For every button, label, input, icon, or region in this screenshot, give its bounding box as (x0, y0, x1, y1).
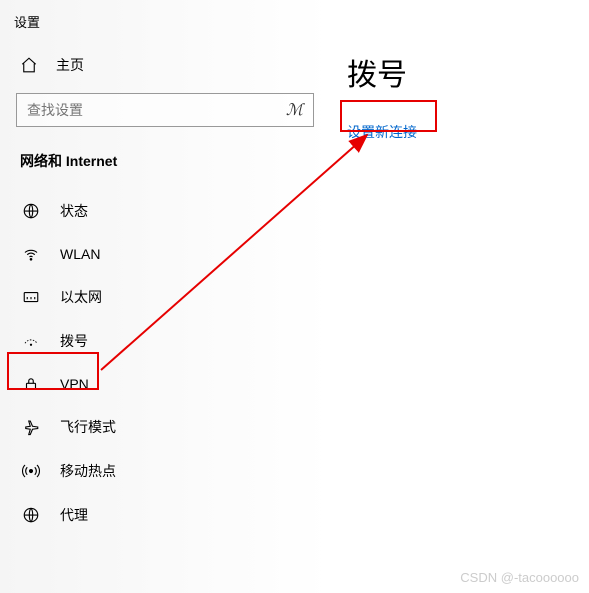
main-panel: 拨号 设置新连接 (347, 0, 587, 142)
home-icon (20, 56, 38, 74)
sidebar-item-hotspot[interactable]: 移动热点 (0, 449, 330, 493)
category-header: 网络和 Internet (0, 137, 330, 189)
sidebar-item-label: 移动热点 (60, 461, 116, 481)
watermark: CSDN @-tacoooooo (460, 570, 579, 585)
home-label: 主页 (56, 55, 84, 75)
settings-sidebar: 设置 主页 ℳ 网络和 Internet 状态 WLAN (0, 0, 330, 593)
sidebar-item-label: VPN (60, 376, 89, 392)
sidebar-item-label: 拨号 (60, 331, 88, 351)
sidebar-item-airplane[interactable]: 飞行模式 (0, 405, 330, 449)
globe-icon (22, 202, 40, 220)
sidebar-item-status[interactable]: 状态 (0, 189, 330, 233)
search-box[interactable]: ℳ (16, 93, 314, 127)
sidebar-item-label: WLAN (60, 246, 100, 262)
sidebar-item-label: 以太网 (60, 287, 102, 307)
sidebar-item-dialup[interactable]: 拨号 (0, 319, 330, 363)
wifi-icon (22, 245, 40, 263)
sidebar-item-vpn[interactable]: VPN (0, 363, 330, 405)
new-connection-link[interactable]: 设置新连接 (347, 122, 587, 142)
hotspot-icon (22, 462, 40, 480)
search-input[interactable] (27, 102, 286, 118)
home-button[interactable]: 主页 (0, 41, 330, 89)
vpn-icon (22, 375, 40, 393)
sidebar-item-wlan[interactable]: WLAN (0, 233, 330, 275)
sidebar-item-ethernet[interactable]: 以太网 (0, 275, 330, 319)
ethernet-icon (22, 288, 40, 306)
dialup-icon (22, 332, 40, 350)
sidebar-item-label: 代理 (60, 505, 88, 525)
proxy-icon (22, 506, 40, 524)
search-icon: ℳ (286, 100, 303, 120)
sidebar-item-proxy[interactable]: 代理 (0, 493, 330, 537)
page-title: 拨号 (347, 50, 587, 94)
window-title: 设置 (0, 8, 330, 41)
airplane-icon (22, 418, 40, 436)
sidebar-item-label: 状态 (60, 201, 88, 221)
sidebar-item-label: 飞行模式 (60, 417, 116, 437)
